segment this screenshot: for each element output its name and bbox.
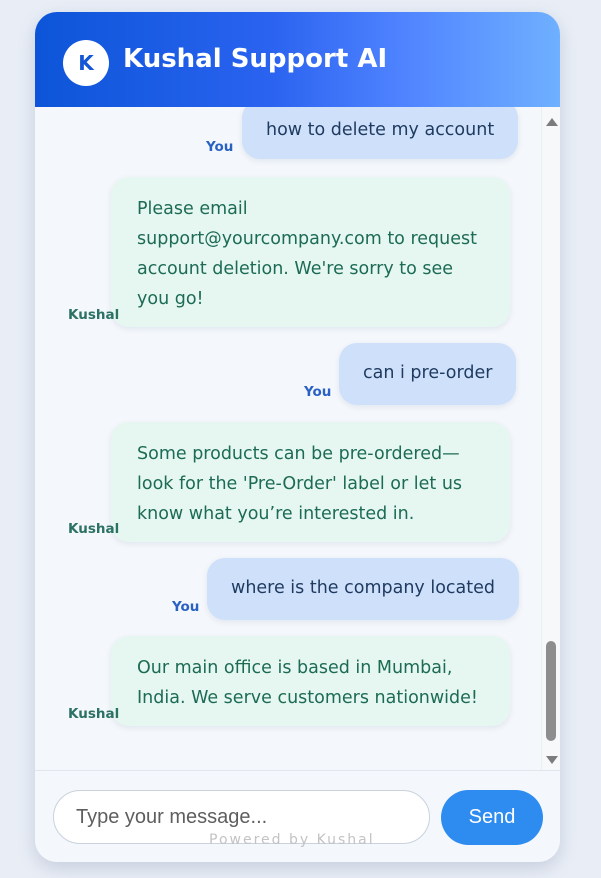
message-text: where is the company located [231,578,496,598]
bot-message: Please email support@yourcompany.com to … [111,177,510,327]
bot-message: Our main office is based in Mumbai, Indi… [111,636,510,726]
composer-bar: Send Powered by Kushal [35,770,560,862]
message-sender: Kushal [68,521,120,537]
message-sender: You [304,384,332,400]
send-button[interactable]: Send [441,790,543,845]
chat-widget: K Kushal Support AI how to delete my acc… [35,12,560,862]
chat-header: K Kushal Support AI [35,12,560,107]
message-text: Our main office is based in Mumbai, Indi… [137,658,478,708]
powered-by-text: Powered by Kushal [209,832,375,848]
triangle-down-icon[interactable] [546,756,558,764]
user-message: how to delete my account [242,107,519,159]
chat-title: Kushal Support AI [123,44,388,74]
message-sender: Kushal [68,307,120,323]
message-text: can i pre-order [363,363,493,383]
scroll-thumb[interactable] [546,641,556,741]
message-sender: You [172,599,200,615]
message-text: Some products can be pre-ordered—look fo… [137,444,463,524]
user-message: can i pre-order [339,343,517,405]
message-sender: Kushal [68,706,120,722]
message-list[interactable]: how to delete my account You Please emai… [35,107,541,770]
bot-message: Some products can be pre-ordered—look fo… [111,422,510,542]
user-message: where is the company located [207,558,520,620]
triangle-up-icon[interactable] [546,118,558,126]
message-text: how to delete my account [266,120,495,140]
bot-avatar: K [63,40,109,86]
message-scrollbar[interactable] [541,107,560,770]
message-sender: You [206,139,234,155]
message-text: Please email support@yourcompany.com to … [137,199,477,309]
